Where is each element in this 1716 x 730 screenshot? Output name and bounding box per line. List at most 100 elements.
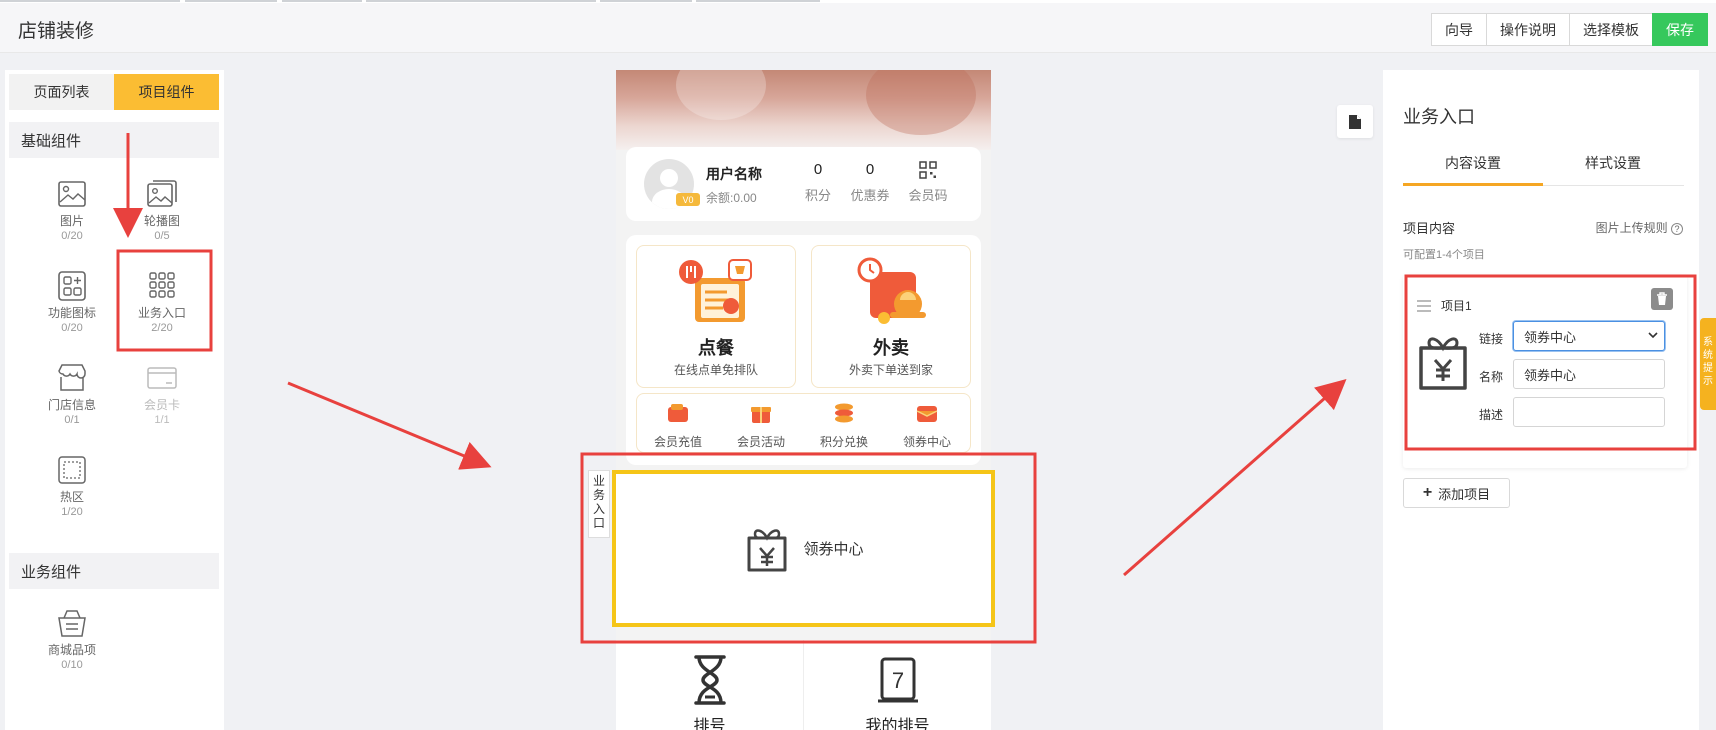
component-store-info[interactable]: 门店信息 0/1	[27, 360, 117, 440]
component-name: 业务入口	[137, 306, 186, 320]
component-name: 功能图标	[47, 306, 96, 320]
item-card: 项目1 链接 领券中心 名称 领券中心 描述	[1403, 275, 1687, 468]
config-hint: 可配置1-4个项目	[1403, 249, 1485, 261]
queue-entry-row: 排号 7 我的排号	[616, 640, 991, 730]
description-label: 描述	[1479, 408, 1504, 422]
guide-button[interactable]: 向导	[1431, 13, 1487, 46]
mini-entry-coupon-center[interactable]: 领券中心	[887, 402, 967, 450]
gift-icon	[1419, 337, 1467, 390]
name-input[interactable]: 领券中心	[1513, 359, 1665, 389]
gift-icon	[747, 528, 787, 571]
user-balance: 余额:0.00	[706, 191, 757, 205]
item-title: 项目1	[1441, 299, 1472, 313]
component-business-entry[interactable]: 业务入口 2/20	[117, 268, 207, 348]
component-name: 轮播图	[143, 214, 180, 228]
basket-icon	[54, 605, 90, 641]
settings-panel: 业务入口 内容设置 样式设置 项目内容 图片上传规则 ? 可配置1-4个项目 项…	[1383, 70, 1699, 730]
stat-points: 0 积分	[804, 161, 831, 203]
project-content-label: 项目内容	[1403, 221, 1456, 236]
wallet-icon	[668, 404, 688, 422]
component-name: 商城品项	[47, 643, 96, 657]
svg-text:7: 7	[891, 668, 903, 693]
settings-title: 业务入口	[1403, 107, 1475, 127]
component-carousel[interactable]: 轮播图 0/5	[117, 176, 207, 256]
gift-box-icon	[751, 407, 771, 423]
selected-block-content: 领券中心	[616, 474, 991, 623]
mini-entry-points-exchange[interactable]: 积分兑换	[804, 402, 884, 450]
store-icon	[54, 360, 90, 396]
delivery-icon	[857, 257, 926, 324]
image-icon	[54, 176, 90, 212]
select-template-button[interactable]: 选择模板	[1569, 13, 1653, 46]
coins-icon	[835, 403, 853, 423]
help-icon: ?	[1671, 223, 1683, 235]
drag-handle-icon[interactable]	[1417, 300, 1431, 312]
selected-block-text: 领券中心	[803, 541, 864, 558]
basic-components-heading: 基础组件	[9, 122, 219, 158]
tab-project-components[interactable]: 项目组件	[114, 74, 219, 110]
description-input[interactable]	[1513, 397, 1665, 427]
mini-entry-row: 会员充值 会员活动 积分兑换 领券中心	[636, 393, 971, 453]
component-count: 0/10	[61, 659, 83, 671]
stat-member-code: 会员码	[898, 161, 958, 204]
calendar-7-icon: 7	[877, 657, 918, 703]
help-button[interactable]: 操作说明	[1486, 13, 1570, 46]
component-count: 2/20	[151, 322, 173, 334]
selected-component-tag: 业务入口	[588, 470, 610, 538]
save-button[interactable]: 保存	[1652, 13, 1708, 46]
settings-tabs: 内容设置 样式设置	[1403, 148, 1684, 186]
coupon-icon	[916, 406, 938, 422]
add-item-button[interactable]: + 添加项目	[1403, 478, 1510, 508]
component-count: 1/20	[61, 506, 83, 518]
selected-business-entry-block[interactable]: 领券中心	[612, 470, 995, 627]
upload-rule-link[interactable]: 图片上传规则 ?	[1596, 219, 1683, 236]
link-label: 链接	[1479, 332, 1504, 346]
arrow-to-preview	[287, 381, 492, 470]
mini-entry-activity[interactable]: 会员活动	[721, 402, 801, 450]
component-count: 0/5	[154, 230, 170, 242]
grid-icon	[144, 268, 180, 304]
tab-content-settings[interactable]: 内容设置	[1403, 148, 1543, 186]
tab-page-list[interactable]: 页面列表	[9, 74, 114, 110]
entry-my-queue[interactable]: 7 我的排号	[804, 655, 991, 730]
trash-icon	[1657, 292, 1667, 305]
stat-coupons: 0 优惠券	[850, 161, 890, 203]
entry-delivery[interactable]: 外卖 外卖下单送到家	[811, 245, 971, 388]
component-name: 图片	[59, 214, 84, 228]
entry-section: 点餐 在线点单免排队 外卖 外卖下单送到家 会员充值 会员活动 积分兑换 领券中…	[626, 235, 981, 465]
entry-title: 点餐	[698, 338, 734, 358]
component-function-icons[interactable]: 功能图标 0/20	[27, 268, 117, 348]
component-image[interactable]: 图片 0/20	[27, 176, 117, 256]
document-icon	[1349, 115, 1361, 129]
order-food-icon	[679, 259, 752, 322]
component-count: 0/1	[64, 414, 80, 426]
name-label: 名称	[1479, 370, 1504, 384]
page-settings-button[interactable]	[1337, 105, 1373, 138]
entry-queue[interactable]: 排号	[616, 655, 803, 730]
chevron-down-icon	[1648, 332, 1658, 339]
tab-style-settings[interactable]: 样式设置	[1543, 148, 1683, 186]
mini-entry-recharge[interactable]: 会员充值	[638, 402, 718, 450]
app-header: 店铺装修 向导 操作说明 选择模板 保存	[0, 3, 1716, 53]
business-components-heading: 业务组件	[9, 553, 219, 589]
user-card[interactable]: V0 用户名称 余额:0.00 0 积分 0 优惠券 会员码	[626, 147, 981, 221]
system-tips-tab[interactable]: 系统提示	[1700, 318, 1716, 410]
qrcode-icon	[898, 161, 958, 181]
component-member-card[interactable]: 会员卡 1/1	[117, 360, 207, 440]
banner-image	[616, 70, 991, 150]
component-hotzone[interactable]: 热区 1/20	[27, 452, 117, 532]
component-count: 0/20	[61, 230, 83, 242]
delete-item-button[interactable]	[1651, 288, 1673, 310]
entry-order[interactable]: 点餐 在线点单免排队	[636, 245, 796, 388]
component-mall-items[interactable]: 商城品项 0/10	[27, 605, 117, 685]
vip-badge: V0	[676, 193, 700, 206]
card-icon	[144, 360, 180, 396]
page-title: 店铺装修	[18, 21, 95, 42]
link-select[interactable]: 领券中心	[1513, 321, 1665, 351]
user-name: 用户名称	[706, 166, 762, 182]
component-panel: 页面列表 项目组件 基础组件 图片 0/20 轮播图 0/5 功能图标 0/20…	[5, 70, 224, 730]
function-icons-icon	[54, 268, 90, 304]
hourglass-icon	[693, 655, 726, 705]
phone-preview: V0 用户名称 余额:0.00 0 积分 0 优惠券 会员码 点餐 在线点单免排队 …	[616, 70, 991, 730]
item-image-upload[interactable]	[1415, 330, 1471, 392]
